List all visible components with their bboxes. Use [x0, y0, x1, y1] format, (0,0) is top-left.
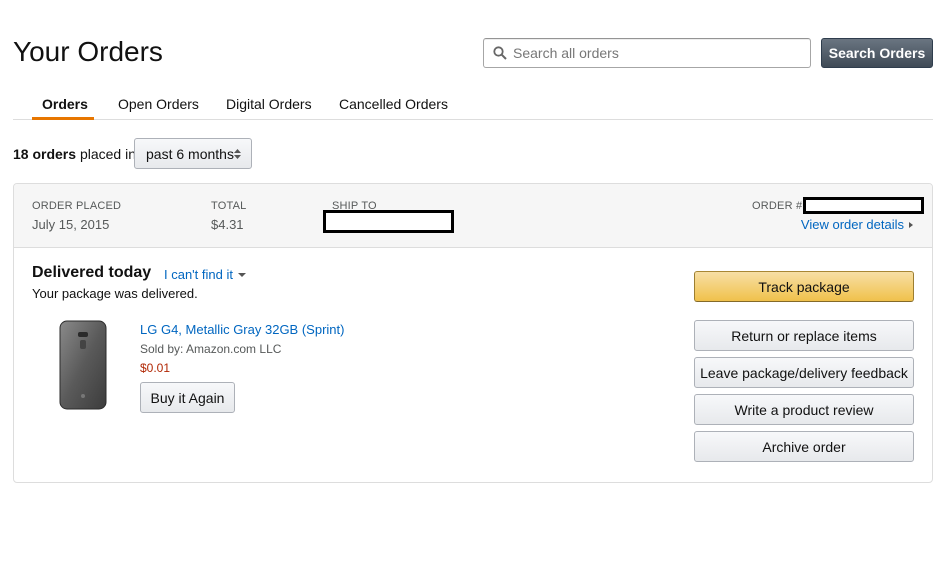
order-placed-label: ORDER PLACED	[32, 200, 122, 212]
order-card: ORDER PLACED July 15, 2015 TOTAL $4.31 S…	[13, 183, 933, 483]
view-order-details-label: View order details	[800, 217, 904, 232]
view-order-details-link[interactable]: View order details	[801, 217, 913, 232]
order-header: ORDER PLACED July 15, 2015 TOTAL $4.31 S…	[14, 184, 932, 248]
product-image[interactable]	[59, 320, 107, 410]
search-orders-button[interactable]: Search Orders	[821, 38, 933, 68]
tab-cancelled-orders[interactable]: Cancelled Orders	[339, 96, 448, 112]
chevron-right-icon	[909, 222, 913, 228]
delivery-status: Delivered today	[32, 264, 152, 281]
chevron-down-icon	[237, 273, 246, 277]
placed-in-label: placed in	[79, 146, 136, 162]
archive-order-button[interactable]: Archive order	[694, 431, 914, 462]
sort-arrows-icon	[234, 149, 241, 159]
ship-to-redacted	[323, 210, 454, 233]
tab-open-orders[interactable]: Open Orders	[118, 96, 199, 112]
search-input[interactable]	[513, 39, 803, 67]
order-count: 18 orders	[13, 146, 77, 162]
order-tabs: Orders Open Orders Digital Orders Cancel…	[13, 90, 933, 120]
order-total-label: TOTAL	[211, 200, 247, 212]
write-review-button[interactable]: Write a product review	[694, 394, 914, 425]
page-title: Your Orders	[13, 36, 163, 67]
track-package-button[interactable]: Track package	[694, 271, 914, 302]
search-box[interactable]	[483, 38, 811, 68]
item-price: $0.01	[140, 361, 171, 375]
search-icon	[493, 46, 507, 60]
order-number-redacted	[803, 197, 924, 214]
cant-find-it-label: I can't find it	[164, 267, 233, 282]
active-tab-indicator	[32, 117, 94, 120]
time-period-select[interactable]: past 6 months	[134, 138, 252, 169]
buy-it-again-button[interactable]: Buy it Again	[140, 382, 235, 413]
time-period-value: past 6 months	[146, 146, 234, 162]
order-count-text: 18 orders placed in	[13, 146, 136, 162]
delivery-status-detail: Your package was delivered.	[32, 286, 198, 301]
tab-digital-orders[interactable]: Digital Orders	[226, 96, 312, 112]
order-placed-date: July 15, 2015	[32, 217, 110, 232]
product-title-link[interactable]: LG G4, Metallic Gray 32GB (Sprint)	[140, 322, 344, 337]
order-total-value: $4.31	[211, 217, 244, 232]
tab-orders[interactable]: Orders	[42, 96, 88, 112]
sold-by-text: Sold by: Amazon.com LLC	[140, 342, 282, 356]
cant-find-it-link[interactable]: I can't find it	[164, 267, 246, 282]
return-replace-button[interactable]: Return or replace items	[694, 320, 914, 351]
order-number-label: ORDER #	[752, 200, 803, 212]
delivery-feedback-button[interactable]: Leave package/delivery feedback	[694, 357, 914, 388]
